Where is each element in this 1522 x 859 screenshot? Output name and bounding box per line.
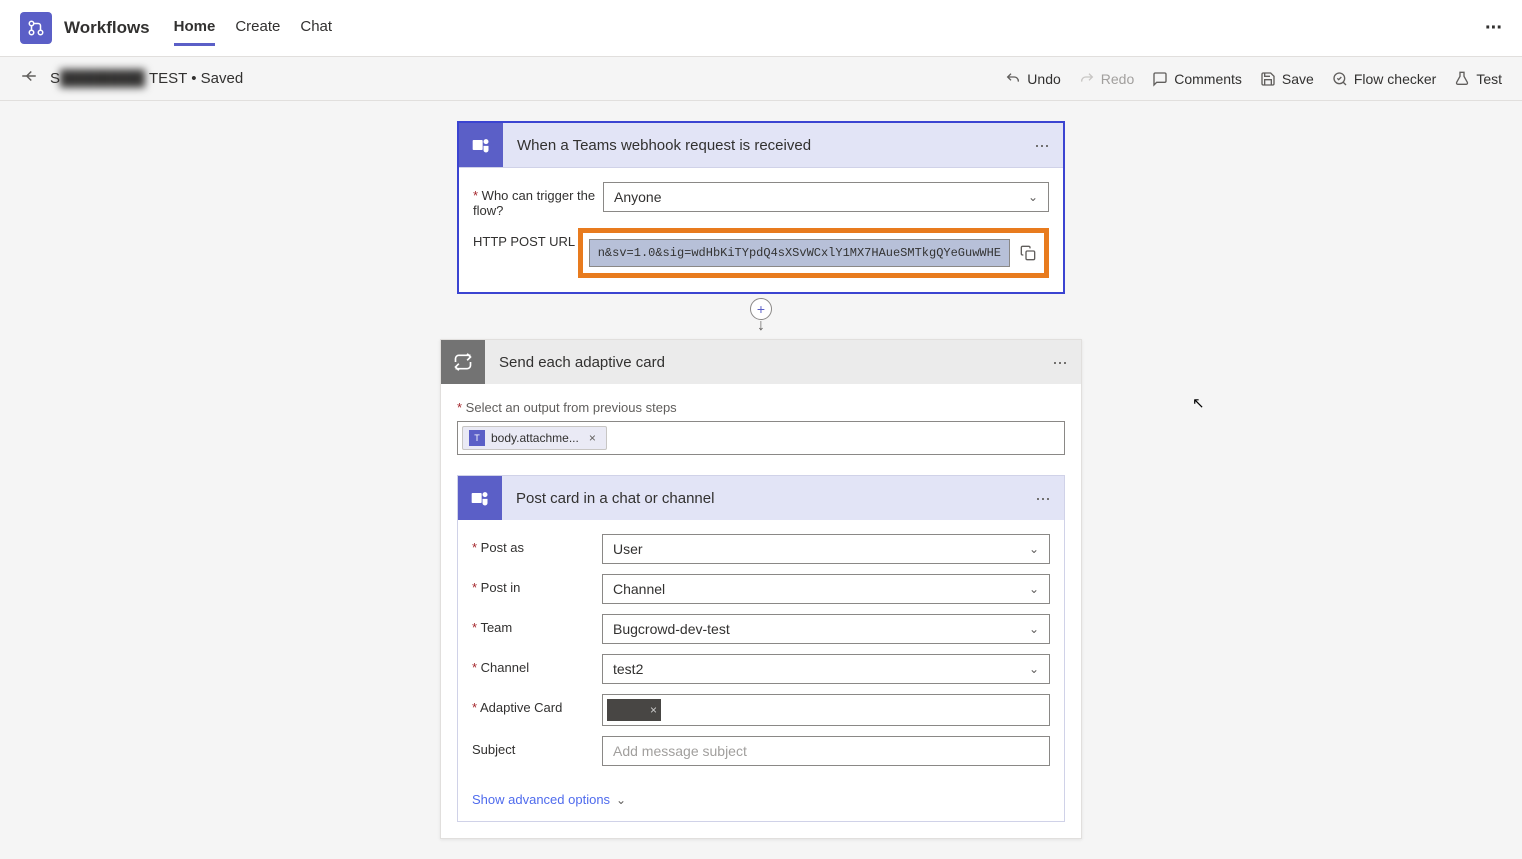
post-in-label: Post in: [472, 574, 602, 595]
redo-icon: [1079, 71, 1095, 87]
post-card[interactable]: Post card in a chat or channel ··· Post …: [457, 475, 1065, 822]
subject-label: Subject: [472, 736, 602, 757]
adaptive-label: Adaptive Card: [472, 694, 602, 715]
token-remove-button[interactable]: ×: [585, 431, 600, 445]
chevron-down-icon: ⌄: [1029, 662, 1039, 676]
show-advanced-link[interactable]: Show advanced options⌄: [472, 792, 626, 807]
who-label: Who can trigger the flow?: [473, 182, 603, 218]
topbar: Workflows Home Create Chat ···: [0, 0, 1522, 57]
team-select[interactable]: Bugcrowd-dev-test⌄: [602, 614, 1050, 644]
chevron-down-icon: ⌄: [1029, 582, 1039, 596]
back-button[interactable]: [20, 67, 38, 90]
chevron-down-icon: ⌄: [1029, 542, 1039, 556]
output-token-input[interactable]: T body.attachme... ×: [457, 421, 1065, 455]
url-highlight: n&sv=1.0&sig=wdHbKiTYpdQ4sXSvWCxlY1MX7HA…: [578, 228, 1049, 278]
flow-canvas: When a Teams webhook request is received…: [0, 101, 1522, 859]
channel-select[interactable]: test2⌄: [602, 654, 1050, 684]
save-icon: [1260, 71, 1276, 87]
nav-tabs: Home Create Chat: [174, 10, 332, 46]
test-icon: [1454, 71, 1470, 87]
save-button[interactable]: Save: [1260, 71, 1314, 87]
breadcrumb: S████████ TEST • Saved: [50, 70, 243, 88]
trigger-title: When a Teams webhook request is received: [503, 137, 1020, 154]
chevron-down-icon: ⌄: [1028, 190, 1038, 204]
foreach-card[interactable]: Send each adaptive card ··· Select an ou…: [440, 339, 1082, 839]
copy-button[interactable]: [1018, 243, 1038, 263]
foreach-title: Send each adaptive card: [485, 354, 1038, 371]
post-as-select[interactable]: User⌄: [602, 534, 1050, 564]
tab-home[interactable]: Home: [174, 10, 216, 46]
adaptive-card-input[interactable]: ×: [602, 694, 1050, 726]
status-text: Saved: [201, 70, 244, 87]
toolbar: Undo Redo Comments Save Flow checker Tes…: [1005, 71, 1502, 87]
loop-icon: [441, 340, 485, 384]
select-output-label: Select an output from previous steps: [457, 400, 677, 415]
trigger-card[interactable]: When a Teams webhook request is received…: [457, 121, 1065, 294]
comments-icon: [1152, 71, 1168, 87]
post-in-select[interactable]: Channel⌄: [602, 574, 1050, 604]
flow-checker-icon: [1332, 71, 1348, 87]
foreach-menu[interactable]: ···: [1038, 352, 1081, 373]
url-input[interactable]: n&sv=1.0&sig=wdHbKiTYpdQ4sXSvWCxlY1MX7HA…: [589, 239, 1010, 267]
app-title: Workflows: [64, 18, 150, 38]
who-select[interactable]: Anyone ⌄: [603, 182, 1049, 212]
undo-button[interactable]: Undo: [1005, 71, 1060, 87]
subbar: S████████ TEST • Saved Undo Redo Comment…: [0, 57, 1522, 101]
chevron-down-icon: ⌄: [616, 793, 626, 807]
subject-input[interactable]: [602, 736, 1050, 766]
test-button[interactable]: Test: [1454, 71, 1502, 87]
teams-token-icon: T: [469, 430, 485, 446]
post-as-label: Post as: [472, 534, 602, 555]
chevron-down-icon: ⌄: [1029, 622, 1039, 636]
teams-icon: [459, 123, 503, 167]
more-icon[interactable]: ···: [1485, 17, 1502, 40]
comments-button[interactable]: Comments: [1152, 71, 1242, 87]
crumb-suffix: TEST: [149, 70, 187, 87]
cursor-icon: ↖: [1192, 394, 1205, 412]
redo-button[interactable]: Redo: [1079, 71, 1134, 87]
arrow-down-icon: ↓: [757, 317, 765, 335]
tab-create[interactable]: Create: [235, 10, 280, 46]
teams-icon-inner: [458, 476, 502, 520]
flow-checker-button[interactable]: Flow checker: [1332, 71, 1436, 87]
url-label: HTTP POST URL: [473, 228, 582, 249]
trigger-menu[interactable]: ···: [1020, 135, 1063, 156]
channel-label: Channel: [472, 654, 602, 675]
tab-chat[interactable]: Chat: [300, 10, 332, 46]
app-icon: [20, 12, 52, 44]
undo-icon: [1005, 71, 1021, 87]
team-label: Team: [472, 614, 602, 635]
post-menu[interactable]: ···: [1021, 488, 1064, 509]
adaptive-card-token[interactable]: ×: [607, 699, 661, 721]
connector: + ↓: [750, 298, 772, 335]
crumb-prefix: S: [50, 70, 60, 87]
body-attachments-token[interactable]: T body.attachme... ×: [462, 426, 607, 450]
post-title: Post card in a chat or channel: [502, 490, 1021, 507]
